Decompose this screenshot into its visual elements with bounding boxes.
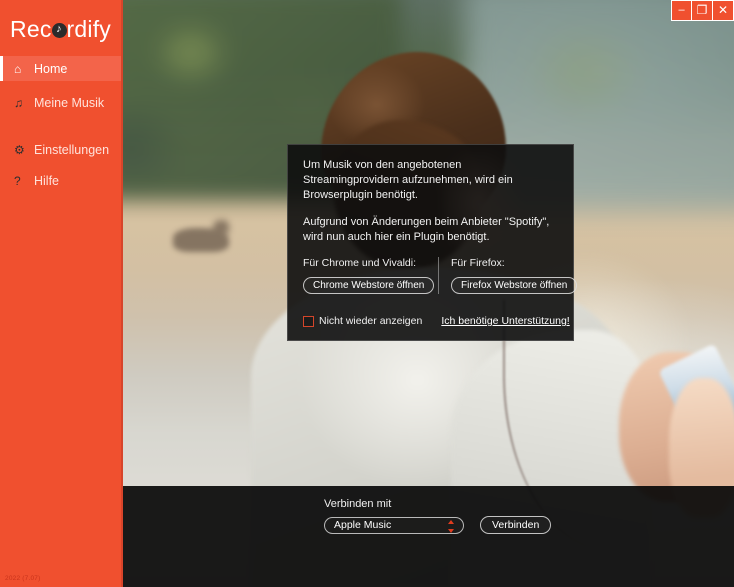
open-firefox-webstore-button[interactable]: Firefox Webstore öffnen xyxy=(451,277,578,294)
window-controls: – ❐ ✕ xyxy=(671,0,734,21)
sidebar-item-home[interactable]: ⌂ Home xyxy=(0,56,121,81)
content-area: Um Musik von den angebotenen Streamingpr… xyxy=(121,0,734,587)
photo-dog xyxy=(173,228,229,252)
provider-select[interactable]: Apple Music xyxy=(324,516,464,534)
home-icon: ⌂ xyxy=(14,61,22,76)
sidebar-item-home-label: Home xyxy=(34,61,68,76)
firefox-label: Für Firefox: xyxy=(451,257,505,269)
sidebar-nav: ⌂ Home ♫ Meine Musik ⚙ Einstellungen ? H… xyxy=(0,56,121,193)
app-logo: Rec rdify xyxy=(0,16,121,50)
sidebar-item-meine-musik[interactable]: ♫ Meine Musik xyxy=(0,90,121,115)
close-icon: ✕ xyxy=(717,3,729,17)
sidebar-item-einstellungen-label: Einstellungen xyxy=(34,142,110,157)
sidebar-item-hilfe[interactable]: ? Hilfe xyxy=(0,168,121,193)
sidebar-divider-gap xyxy=(0,115,121,137)
dont-show-again-label: Nicht wieder anzeigen xyxy=(319,315,423,327)
dialog-chrome-column: Für Chrome und Vivaldi: Chrome Webstore … xyxy=(303,257,435,294)
sidebar-item-einstellungen[interactable]: ⚙ Einstellungen xyxy=(0,137,121,162)
restore-button[interactable]: ❐ xyxy=(692,0,713,21)
chevron-up-icon xyxy=(447,519,454,524)
connect-row: Apple Music Verbinden xyxy=(324,516,552,534)
open-chrome-webstore-button[interactable]: Chrome Webstore öffnen xyxy=(303,277,435,294)
gear-icon: ⚙ xyxy=(14,142,25,157)
restore-icon: ❐ xyxy=(696,3,708,17)
provider-select-value: Apple Music xyxy=(334,519,392,531)
connect-controls: Verbinden mit Apple Music Verbinden xyxy=(324,498,552,534)
plugin-notice-dialog: Um Musik von den angebotenen Streamingpr… xyxy=(287,144,578,341)
recordify-window: Rec rdify ⌂ Home ♫ Meine Musik ⚙ Einstell… xyxy=(0,0,734,587)
logo-text-part2: rdify xyxy=(66,16,111,42)
dialog-paragraph-2: Aufgrund von Änderungen beim Anbieter "S… xyxy=(303,216,550,243)
logo-music-note-icon xyxy=(51,20,67,38)
sidebar-item-meine-musik-label: Meine Musik xyxy=(34,95,105,110)
minimize-icon: – xyxy=(678,4,685,16)
stepper-arrows-icon[interactable] xyxy=(447,519,454,533)
chevron-down-icon xyxy=(447,528,454,533)
close-button[interactable]: ✕ xyxy=(713,0,734,21)
music-note-icon: ♫ xyxy=(14,95,23,110)
logo-text-part1: Rec xyxy=(10,16,52,42)
dialog-footer: Nicht wieder anzeigen Ich benötige Unter… xyxy=(303,315,570,327)
connect-button[interactable]: Verbinden xyxy=(480,516,552,534)
sidebar-item-hilfe-label: Hilfe xyxy=(34,173,60,188)
dont-show-again-checkbox[interactable] xyxy=(303,315,314,327)
question-mark-icon: ? xyxy=(14,173,21,188)
bottom-connect-bar: Verbinden mit Apple Music Verbinden xyxy=(121,486,734,587)
version-label: 2022 (7.07) xyxy=(5,575,41,582)
minimize-button[interactable]: – xyxy=(671,0,692,21)
chrome-label: Für Chrome und Vivaldi: xyxy=(303,257,417,269)
sidebar: Rec rdify ⌂ Home ♫ Meine Musik ⚙ Einstell… xyxy=(0,0,121,587)
dialog-firefox-column: Für Firefox: Firefox Webstore öffnen xyxy=(438,257,578,294)
connect-with-label: Verbinden mit xyxy=(324,498,392,510)
dont-show-again-checkbox-row[interactable]: Nicht wieder anzeigen xyxy=(303,315,422,327)
dialog-paragraph-1: Um Musik von den angebotenen Streamingpr… xyxy=(303,159,513,201)
support-link[interactable]: Ich benötige Unterstützung! xyxy=(441,315,569,327)
dialog-browser-columns: Für Chrome und Vivaldi: Chrome Webstore … xyxy=(303,257,578,294)
